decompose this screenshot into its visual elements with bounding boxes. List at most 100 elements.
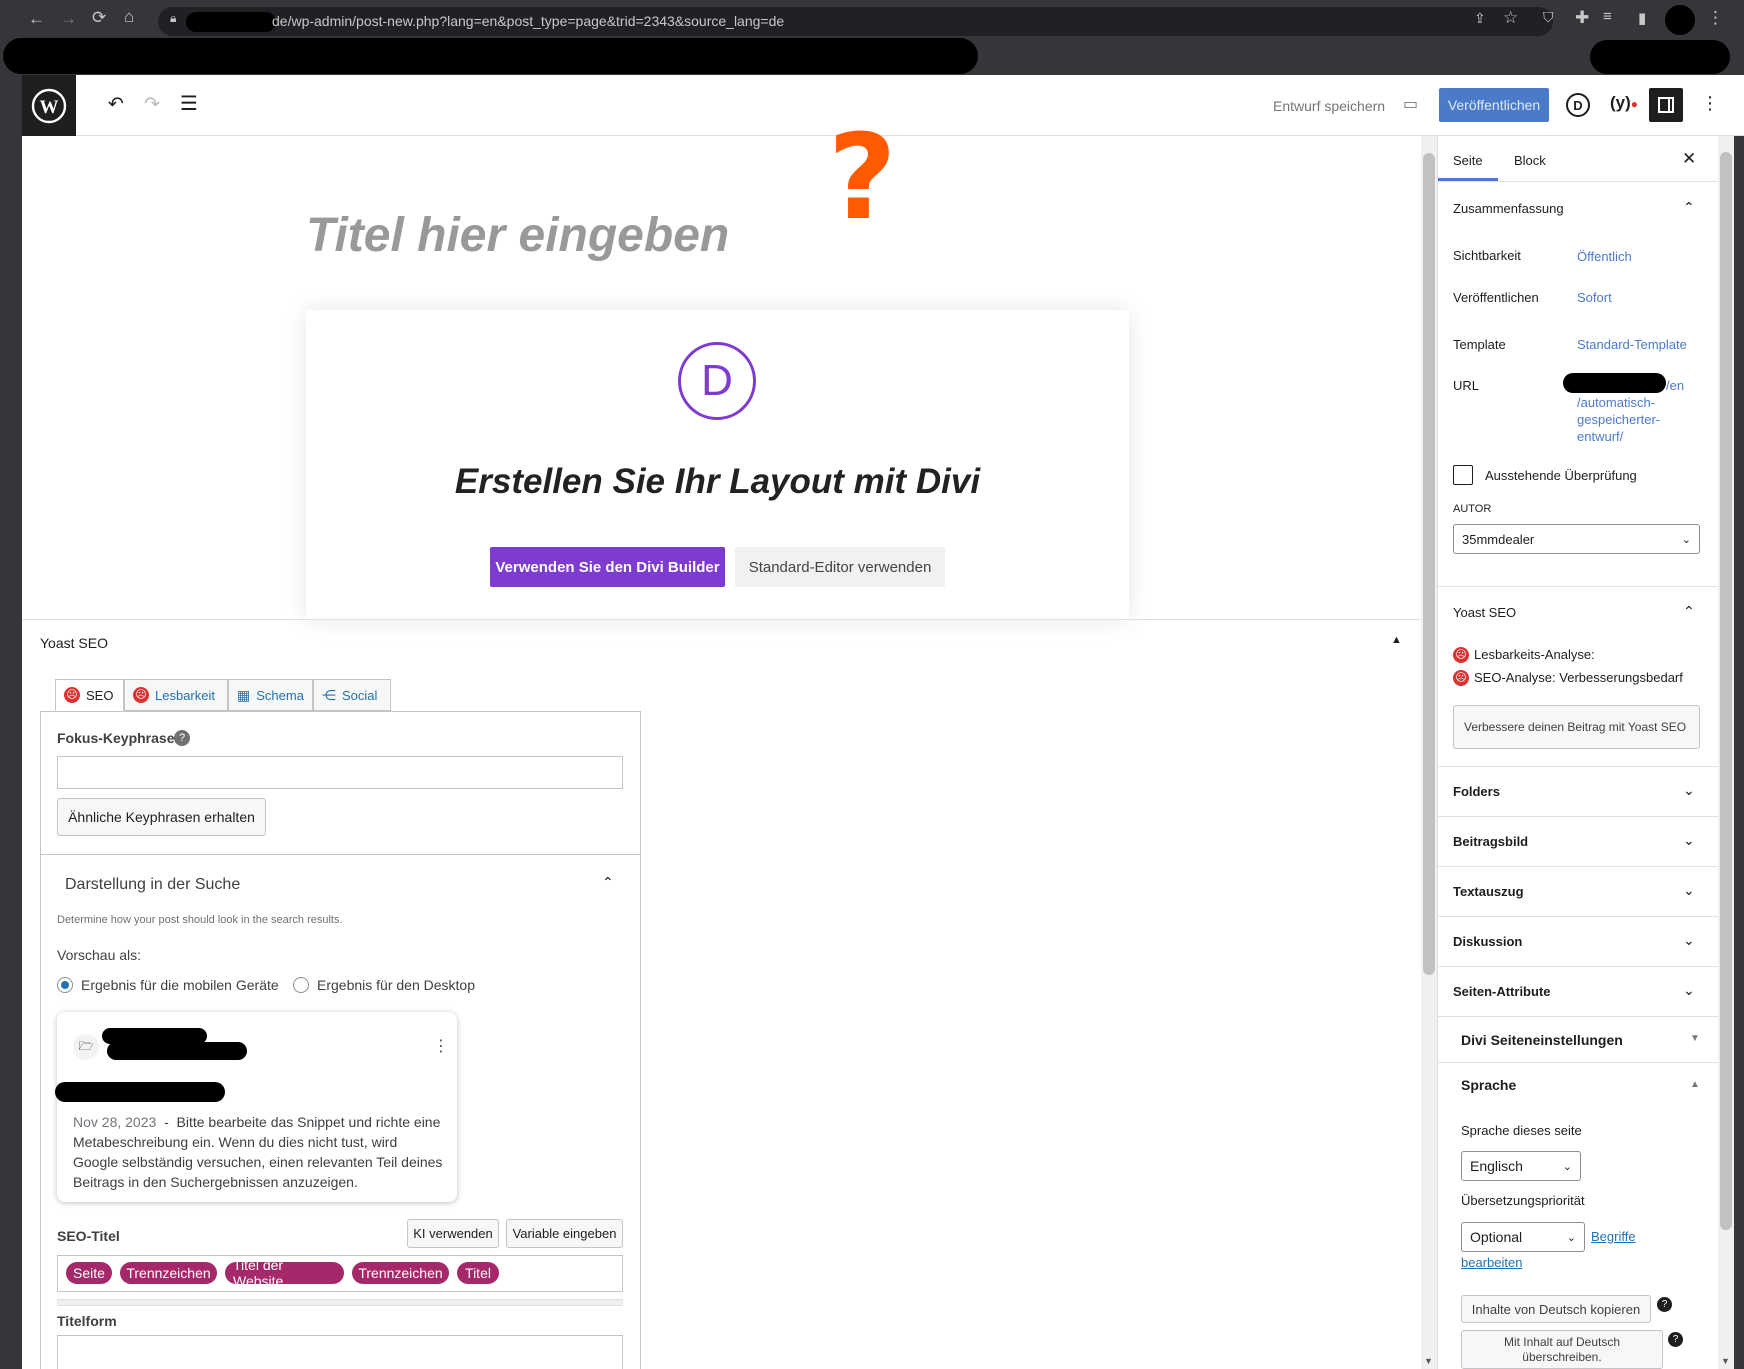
featured-image-section[interactable]: Beitragsbild: [1453, 834, 1528, 849]
copy-from-german-button[interactable]: Inhalte von Deutsch kopieren: [1461, 1295, 1651, 1323]
section-divider: [41, 854, 640, 855]
sidebar-divider: [1438, 1062, 1718, 1063]
undo-icon[interactable]: ↶: [108, 93, 124, 116]
chevron-up-icon[interactable]: ⌃: [1683, 199, 1695, 216]
post-title-input[interactable]: Titel hier eingeben: [306, 208, 729, 263]
close-icon[interactable]: ✕: [1682, 149, 1696, 169]
variable-pill[interactable]: Seite: [66, 1262, 112, 1284]
pending-review-checkbox[interactable]: [1453, 465, 1473, 485]
radio-desktop[interactable]: [293, 977, 309, 993]
save-draft-button[interactable]: Entwurf speichern: [1273, 98, 1385, 114]
scroll-down-arrow-icon[interactable]: ▼: [1424, 1356, 1433, 1366]
help-icon[interactable]: ?: [1657, 1297, 1672, 1312]
page-language-select[interactable]: Englisch ⌄: [1461, 1151, 1581, 1181]
summary-section-title[interactable]: Zusammenfassung: [1453, 201, 1564, 216]
language-section[interactable]: Sprache: [1461, 1077, 1516, 1093]
forward-icon[interactable]: →: [60, 9, 77, 29]
focus-keyphrase-input[interactable]: [57, 756, 623, 789]
browser-menu-icon[interactable]: ⋮: [1707, 8, 1724, 28]
chevron-down-icon[interactable]: ⌄: [1683, 982, 1695, 999]
tab-schema[interactable]: ▦ Schema: [228, 679, 313, 711]
publish-button[interactable]: Veröffentlichen: [1439, 88, 1549, 122]
reading-list-icon[interactable]: ≡: [1603, 8, 1612, 25]
chevron-down-icon: ⌄: [1566, 1231, 1576, 1244]
reload-icon[interactable]: ⟳: [92, 8, 106, 28]
url-label: URL: [1453, 378, 1480, 393]
chevron-down-icon[interactable]: ⌄: [1683, 782, 1695, 799]
document-overview-icon[interactable]: ☰: [180, 91, 198, 116]
canvas-scrollbar-thumb[interactable]: [1423, 153, 1435, 975]
publish-value[interactable]: Sofort: [1577, 290, 1612, 305]
edit-terms-link-2[interactable]: bearbeiten: [1461, 1255, 1522, 1270]
use-default-editor-button[interactable]: Standard-Editor verwenden: [735, 547, 945, 587]
tab-seo[interactable]: ☹ SEO: [55, 679, 124, 711]
home-icon[interactable]: ⌂: [124, 7, 134, 27]
url-value-line4[interactable]: entwurf/: [1577, 429, 1623, 444]
visibility-value[interactable]: Öffentlich: [1577, 249, 1632, 264]
seo-analysis-label: SEO-Analyse: Verbesserungsbedarf: [1474, 670, 1683, 685]
chevron-down-icon[interactable]: ⌄: [1683, 832, 1695, 849]
kebab-menu-icon[interactable]: ⋮: [433, 1036, 449, 1056]
redo-icon[interactable]: ↷: [144, 93, 160, 116]
url-value-line3[interactable]: gespeicherter-: [1577, 412, 1660, 427]
preview-device-icon[interactable]: ▭: [1403, 94, 1418, 114]
extensions-puzzle-icon[interactable]: ✚: [1575, 8, 1589, 28]
sidebar-divider: [1438, 766, 1718, 767]
radio-mobile[interactable]: [57, 977, 73, 993]
options-menu-icon[interactable]: ⋮: [1701, 93, 1719, 114]
extension-shield-icon[interactable]: ⛉: [1543, 9, 1554, 26]
yoast-icon[interactable]: (y)●: [1610, 93, 1638, 113]
variable-pill[interactable]: Titel der Website: [225, 1257, 344, 1289]
author-select[interactable]: 35mmdealer ⌄: [1453, 524, 1700, 554]
page-attributes-section[interactable]: Seiten-Attribute: [1453, 984, 1551, 999]
mobile-snippet-preview[interactable]: 🗁︎ ⋮ Nov 28, 2023 - Bitte bearbeite das …: [55, 1012, 457, 1202]
translation-priority-select[interactable]: Optional ⌄: [1461, 1222, 1585, 1252]
variable-pill[interactable]: Trennzeichen: [120, 1262, 217, 1284]
tab-social[interactable]: ⋲ Social: [313, 679, 391, 711]
side-panel-icon[interactable]: ▮: [1638, 9, 1646, 27]
related-keyphrases-button[interactable]: Ähnliche Keyphrasen erhalten: [57, 798, 266, 836]
scroll-down-arrow-icon[interactable]: ▼: [1721, 1356, 1730, 1366]
chevron-up-icon[interactable]: ⌃: [602, 874, 614, 891]
bookmark-star-icon[interactable]: ☆: [1503, 8, 1518, 28]
insert-variable-button[interactable]: Variable eingeben: [506, 1219, 623, 1248]
wordpress-logo-icon[interactable]: W: [22, 75, 76, 136]
chevron-down-icon[interactable]: ⌄: [1683, 932, 1695, 949]
help-icon[interactable]: ?: [174, 730, 190, 746]
variable-pill[interactable]: Titel: [457, 1262, 499, 1284]
discussion-section[interactable]: Diskussion: [1453, 934, 1522, 949]
settings-sidebar-toggle-icon[interactable]: [1649, 88, 1683, 122]
edit-terms-link[interactable]: Begriffe: [1591, 1229, 1636, 1244]
url-value-line2[interactable]: /automatisch-: [1577, 395, 1655, 410]
template-value[interactable]: Standard-Template: [1577, 337, 1687, 352]
use-divi-builder-button[interactable]: Verwenden Sie den Divi Builder: [490, 547, 725, 587]
sidebar-tab-block[interactable]: Block: [1514, 153, 1546, 168]
chevron-down-icon[interactable]: ⌄: [1683, 882, 1695, 899]
chevron-up-icon[interactable]: ⌃: [1683, 603, 1695, 620]
publish-label: Veröffentlichen: [1453, 290, 1539, 305]
use-ai-button[interactable]: KI verwenden: [407, 1219, 499, 1248]
help-icon[interactable]: ?: [1668, 1332, 1683, 1347]
excerpt-section[interactable]: Textauszug: [1453, 884, 1524, 899]
divi-icon[interactable]: D: [1566, 93, 1590, 117]
sad-face-icon: ☹: [64, 687, 80, 703]
title-form-input[interactable]: [57, 1335, 623, 1369]
improve-with-yoast-button[interactable]: Verbessere deinen Beitrag mit Yoast SEO: [1453, 705, 1700, 749]
variable-pill[interactable]: Trennzeichen: [352, 1262, 449, 1284]
profile-avatar[interactable]: [1665, 5, 1695, 35]
tab-readability[interactable]: ☹ Lesbarkeit: [124, 679, 228, 711]
overwrite-with-german-button[interactable]: Mit Inhalt auf Deutsch überschreiben.: [1461, 1330, 1663, 1369]
folders-section[interactable]: Folders: [1453, 784, 1500, 799]
share-icon[interactable]: ⇪: [1474, 10, 1486, 27]
sidebar-tab-page[interactable]: Seite: [1453, 153, 1483, 168]
sidebar-scrollbar-thumb[interactable]: [1720, 152, 1732, 1230]
triangle-up-icon[interactable]: ▲: [1690, 1079, 1700, 1090]
collapse-panel-icon[interactable]: ▲: [1391, 634, 1402, 646]
back-icon[interactable]: ←: [28, 9, 45, 29]
search-appearance-title[interactable]: Darstellung in der Suche: [65, 876, 240, 894]
triangle-down-icon[interactable]: ▼: [1690, 1033, 1700, 1044]
yoast-section-title[interactable]: Yoast SEO: [1453, 605, 1516, 620]
redacted-site-url: [107, 1042, 247, 1060]
divi-settings-section[interactable]: Divi Seiteneinstellungen: [1461, 1032, 1623, 1048]
url-value-line1[interactable]: /en: [1666, 378, 1684, 393]
